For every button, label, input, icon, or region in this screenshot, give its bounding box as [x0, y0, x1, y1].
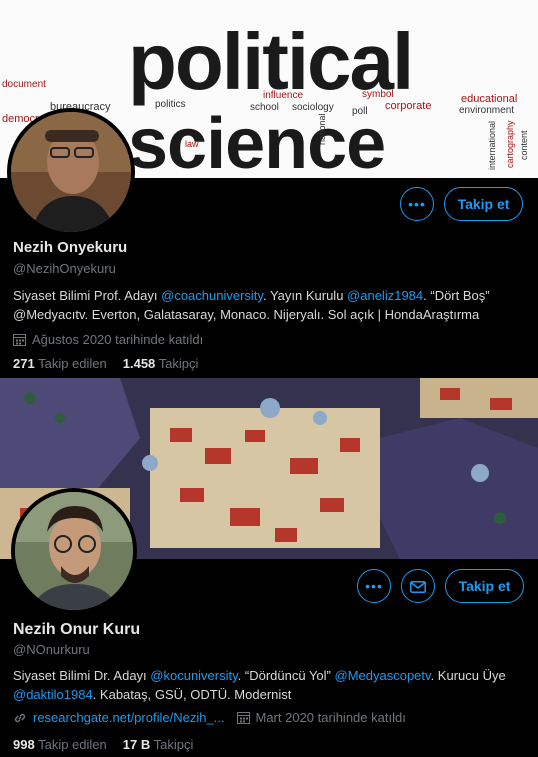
message-envelope-icon — [410, 580, 426, 593]
avatar[interactable] — [7, 108, 135, 236]
bio-text: . Kabataş, GSÜ, ODTÜ. Modernist — [92, 687, 292, 702]
bio-mention-link[interactable]: @daktilo1984 — [13, 687, 93, 702]
link-icon — [13, 711, 27, 725]
banner-word: politics — [155, 99, 186, 110]
followers-link[interactable]: 17 B Takipçi — [123, 737, 194, 752]
more-options-icon: ••• — [408, 196, 426, 212]
banner-word: science — [128, 104, 386, 178]
following-link[interactable]: 998 Takip edilen — [13, 737, 107, 752]
followers-label: Takipçi — [153, 737, 194, 752]
bio-text: Siyaset Bilimi Dr. Adayı — [13, 668, 151, 683]
banner-word: law — [185, 139, 199, 149]
following-count: 271 — [13, 356, 35, 371]
join-date: Ağustos 2020 tarihinde katıldı — [13, 332, 203, 347]
following-label: Takip edilen — [38, 737, 107, 752]
website: researchgate.net/profile/Nezih_... — [13, 710, 225, 725]
join-date-text: Ağustos 2020 tarihinde katıldı — [32, 332, 204, 347]
profile-card-2: ••• Takip et Nezih Onur Kuru @NOnurkuru … — [0, 378, 538, 757]
calendar-icon — [13, 333, 26, 346]
username-handle: @NOnurkuru — [13, 642, 90, 657]
more-options-button[interactable]: ••• — [357, 569, 391, 603]
banner-word: international — [487, 120, 497, 170]
bio-text: Siyaset Bilimi Prof. Adayı — [13, 288, 162, 303]
username-handle: @NezihOnyekuru — [13, 261, 116, 276]
following-count: 998 — [13, 737, 35, 752]
followers-label: Takipçi — [158, 356, 199, 371]
following-link[interactable]: 271 Takip edilen — [13, 356, 107, 371]
bio-text: . “Dördüncü Yol” — [237, 668, 335, 683]
display-name: Nezih Onyekuru — [13, 239, 128, 256]
profile-meta-row: researchgate.net/profile/Nezih_... Mart … — [13, 710, 406, 725]
message-button[interactable] — [401, 569, 435, 603]
bio-mention-link[interactable]: @kocuniversity — [150, 668, 237, 683]
more-options-icon: ••• — [365, 578, 383, 594]
banner-word: symbol — [362, 89, 394, 100]
website-link[interactable]: researchgate.net/profile/Nezih_... — [33, 710, 225, 725]
followers-count: 17 B — [122, 737, 151, 752]
banner-word: corporate — [385, 100, 432, 112]
bio-mention-link[interactable]: @coachuniversity — [161, 288, 263, 303]
banner-word: educational — [461, 93, 518, 105]
bio: Siyaset Bilimi Dr. Adayı @kocuniversity.… — [13, 666, 525, 704]
banner-word: environment — [459, 105, 515, 116]
avatar[interactable] — [11, 488, 137, 614]
bio-mention-link[interactable]: @Medyascopetv — [335, 668, 431, 683]
follow-stats: 998 Takip edilen 17 B Takipçi — [13, 737, 193, 752]
follow-stats: 271 Takip edilen 1.458 Takipçi — [13, 356, 198, 371]
bio-text: . Yayın Kurulu — [262, 288, 348, 303]
bio-text: . Kurucu Üye — [430, 668, 506, 683]
more-options-button[interactable]: ••• — [400, 187, 434, 221]
banner-word: poll — [352, 106, 368, 117]
banner-word: influence — [263, 90, 304, 101]
banner-word: content — [519, 130, 529, 160]
join-date-text: Mart 2020 tarihinde katıldı — [255, 710, 406, 725]
banner-word: school — [250, 102, 279, 113]
followers-link[interactable]: 1.458 Takipçi — [123, 356, 199, 371]
bio: Siyaset Bilimi Prof. Adayı @coachunivers… — [13, 286, 525, 324]
bio-mention-link[interactable]: @aneliz1984 — [347, 288, 423, 303]
follow-button[interactable]: Takip et — [444, 187, 523, 221]
profile-card-1: political science bureaucracy politics s… — [0, 0, 538, 378]
followers-count: 1.458 — [122, 356, 156, 371]
calendar-icon — [236, 711, 250, 724]
banner-word: national — [317, 113, 327, 145]
banner-word: cartography — [505, 120, 515, 168]
following-label: Takip edilen — [38, 356, 107, 371]
follow-button[interactable]: Takip et — [445, 569, 524, 603]
display-name: Nezih Onur Kuru — [13, 621, 141, 638]
banner-word: sociology — [292, 102, 334, 113]
banner-word: document — [2, 79, 46, 90]
